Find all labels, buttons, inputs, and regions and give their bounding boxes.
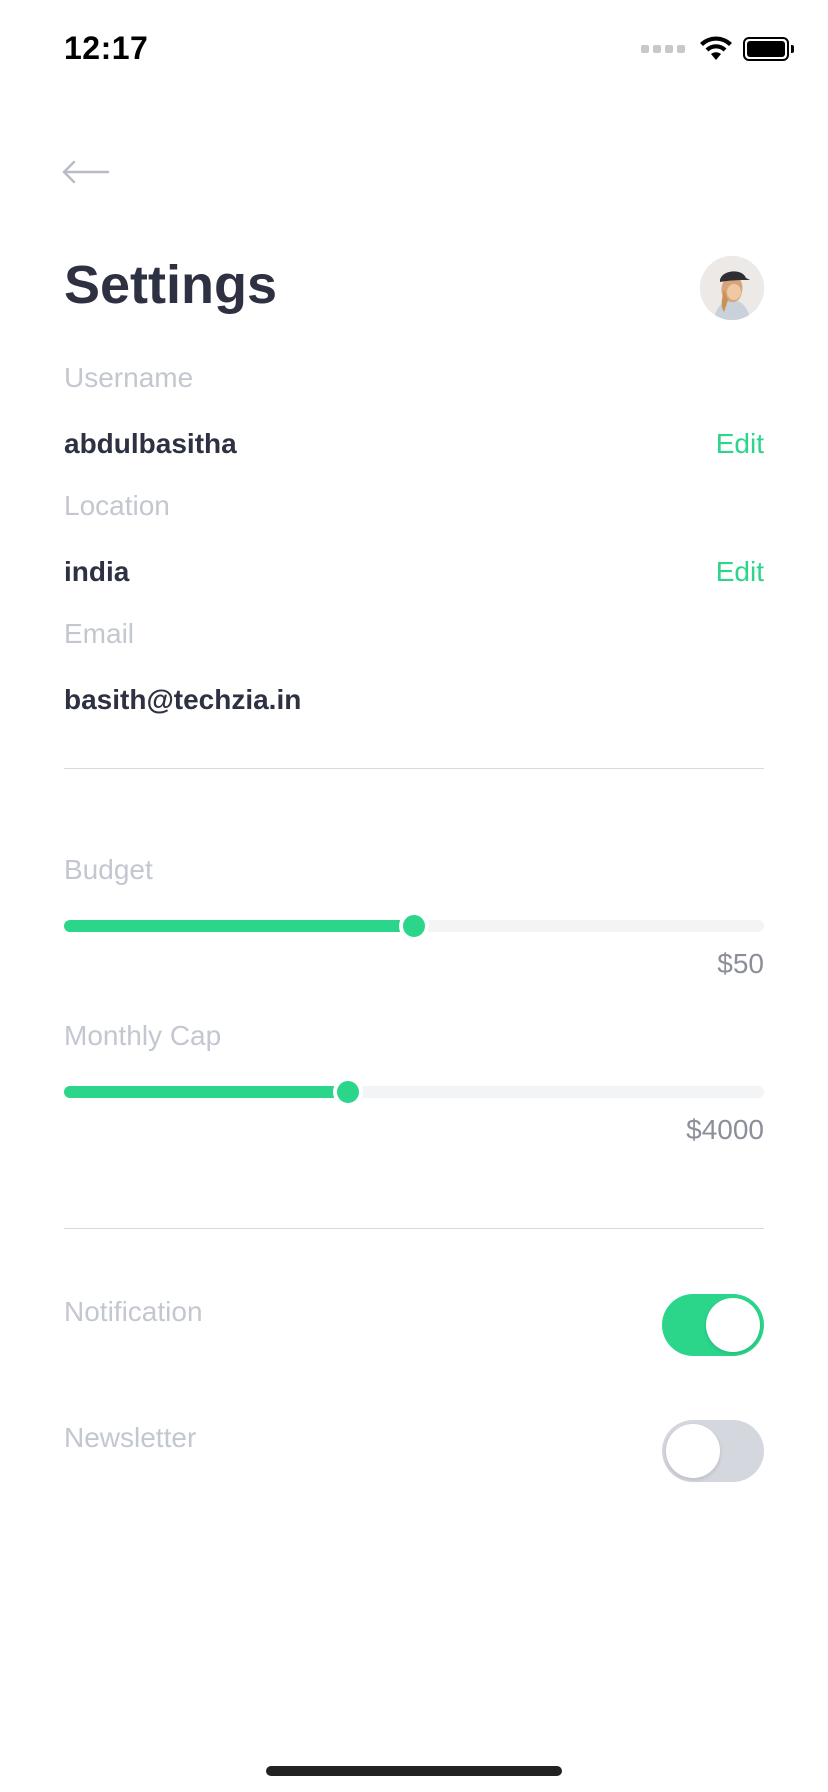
status-icons <box>641 36 794 62</box>
budget-value: $50 <box>717 948 764 979</box>
location-label: Location <box>64 490 170 521</box>
monthly-cap-slider-thumb[interactable] <box>332 1077 363 1107</box>
page-title: Settings <box>64 255 278 315</box>
budget-slider[interactable] <box>64 911 764 941</box>
monthly-cap-slider-fill <box>64 1086 348 1098</box>
divider <box>64 768 764 769</box>
edit-username-button[interactable]: Edit <box>716 428 764 460</box>
newsletter-label: Newsletter <box>64 1422 197 1453</box>
profile-photo-icon <box>700 256 764 320</box>
divider <box>64 1228 764 1229</box>
toggle-knob <box>706 1298 760 1352</box>
settings-screen: 12:17 Settings Username abdulbasitha Edi… <box>0 0 828 1792</box>
monthly-cap-label: Monthly Cap <box>64 1020 222 1051</box>
edit-location-button[interactable]: Edit <box>716 556 764 588</box>
budget-label: Budget <box>64 854 153 885</box>
notification-toggle[interactable] <box>662 1294 764 1356</box>
toggle-knob <box>666 1424 720 1478</box>
avatar[interactable] <box>700 256 764 320</box>
email-label: Email <box>64 618 135 649</box>
budget-slider-thumb[interactable] <box>399 911 429 941</box>
location-value: india <box>64 556 130 587</box>
status-time: 12:17 <box>64 30 149 66</box>
monthly-cap-slider[interactable] <box>64 1077 764 1107</box>
newsletter-toggle[interactable] <box>662 1420 764 1482</box>
budget-slider-fill <box>64 920 414 932</box>
arrow-left-icon <box>62 160 110 184</box>
notification-label: Notification <box>64 1296 203 1327</box>
wifi-icon <box>700 36 732 60</box>
username-label: Username <box>64 362 194 393</box>
monthly-cap-value: $4000 <box>686 1114 764 1145</box>
battery-icon <box>743 37 794 61</box>
username-value: abdulbasitha <box>64 428 237 459</box>
back-button[interactable] <box>60 152 112 192</box>
email-value: basith@techzia.in <box>64 684 302 715</box>
cellular-signal-icon <box>641 45 685 53</box>
home-indicator[interactable] <box>266 1766 562 1776</box>
